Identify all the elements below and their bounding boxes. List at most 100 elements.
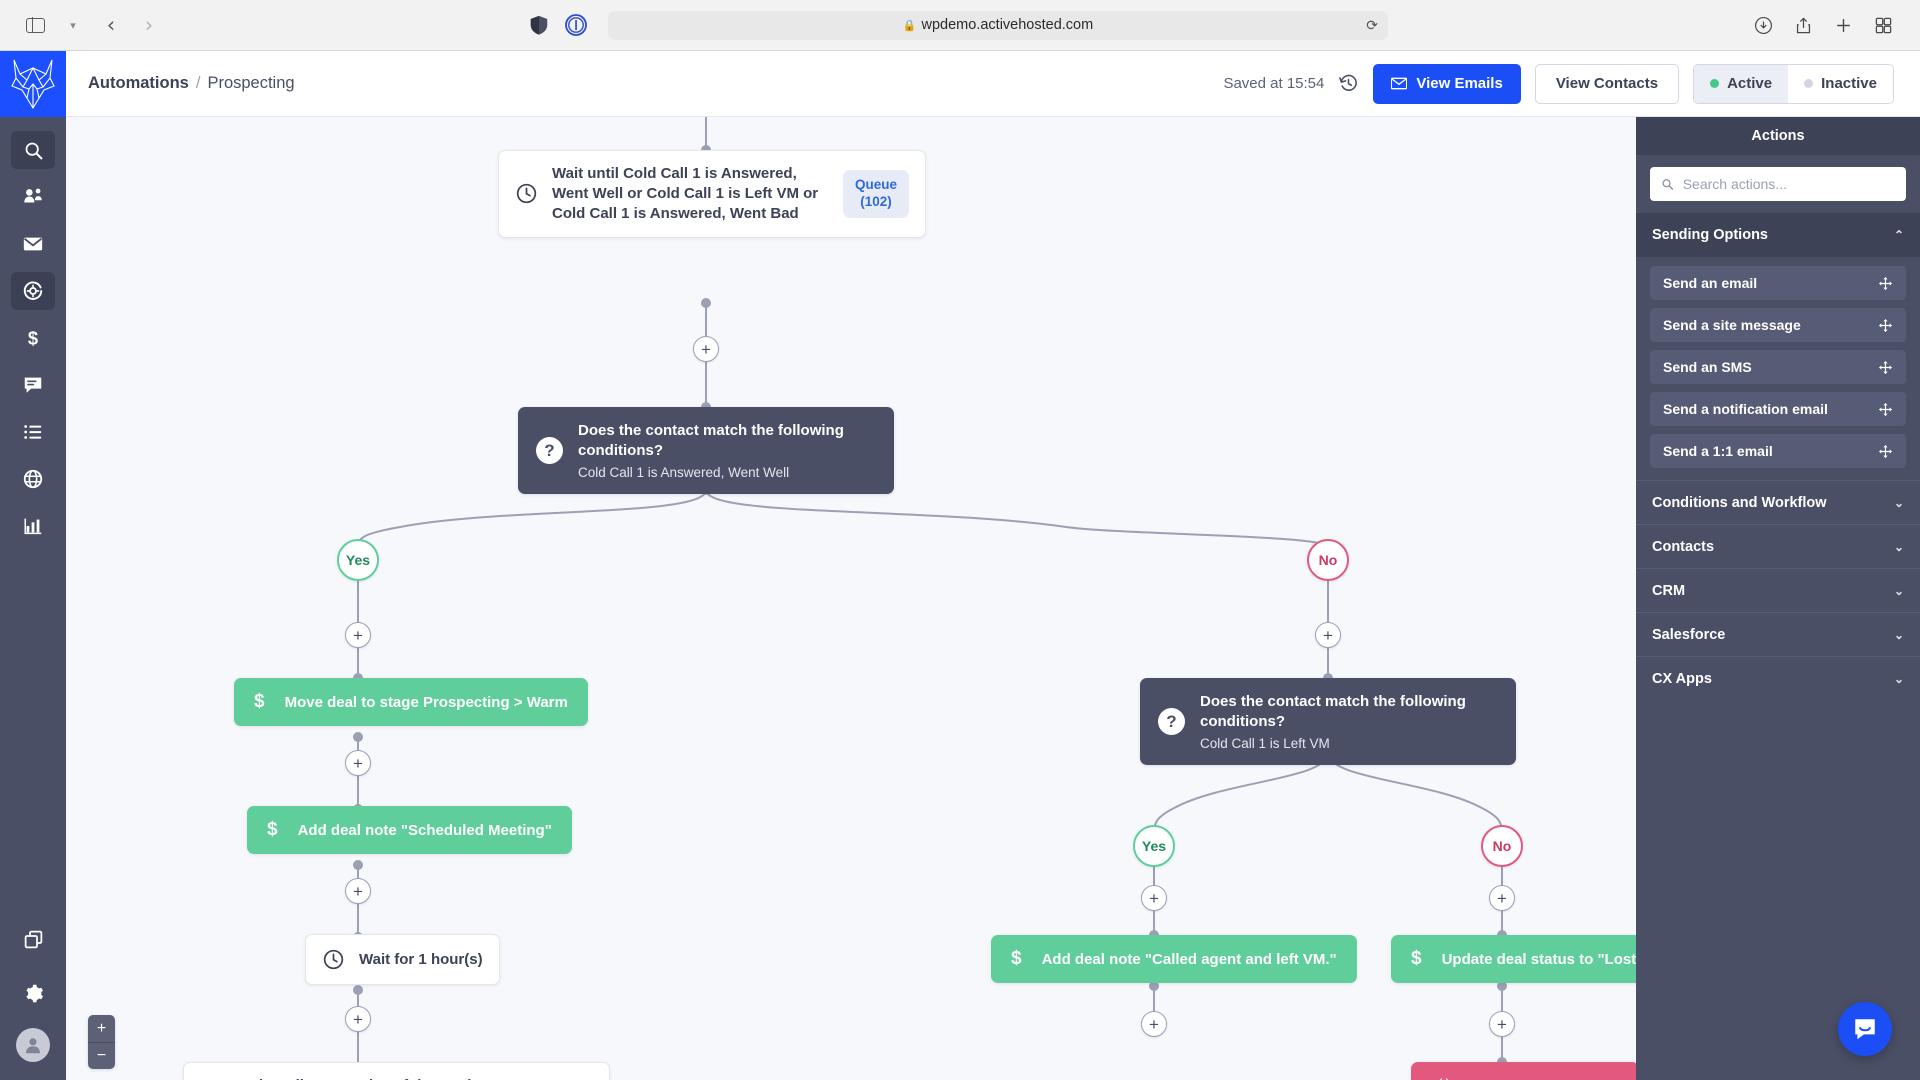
forward-button[interactable]: › [132,10,166,40]
sidebar-item-website[interactable] [11,460,55,498]
sidebar-item-conversations[interactable] [11,366,55,404]
node-wait-1-hour[interactable]: Wait for 1 hour(s) [305,934,500,985]
rail-bottom-items [0,920,66,1062]
active-dot-icon [1710,79,1720,88]
avatar[interactable] [16,1028,50,1062]
drag-handle-icon[interactable] [1878,318,1893,333]
zoom-out-button[interactable]: − [88,1042,115,1069]
node-move-deal-stage[interactable]: $ Move deal to stage Prospecting > Warm [234,678,588,726]
chevron-down-icon: ⌄ [1893,627,1904,642]
sidebar-item-lists[interactable] [11,413,55,451]
actions-panel-title: Actions [1636,117,1920,155]
sidebar-item-contacts[interactable] [11,178,55,216]
group-label: Contacts [1652,538,1715,555]
add-step-button-2[interactable]: + [345,750,371,776]
address-bar[interactable]: 🔒 wpdemo.activehosted.com ⟳ [608,10,1388,40]
node-update-deal-status-lost[interactable]: $ Update deal status to "Lost" [1391,935,1636,983]
branch-label-no-1[interactable]: No [1307,539,1349,581]
share-button[interactable] [1790,12,1816,38]
drag-handle-icon[interactable] [1878,360,1893,375]
back-button[interactable]: ‹ [94,10,128,40]
lists-icon [24,425,42,439]
branch-label-yes-2[interactable]: Yes [1133,825,1175,867]
conversations-icon [24,377,42,393]
reload-icon[interactable]: ⟳ [1366,17,1378,34]
node-label: Update deal status to "Lost" [1441,950,1636,968]
plus-icon: + [353,625,363,645]
panel-group-cx-apps[interactable]: CX Apps ⌄ [1636,656,1920,700]
sidebar-item-reports[interactable] [11,507,55,545]
zoom-in-button[interactable]: + [88,1015,115,1042]
panel-group-sending-options[interactable]: Sending Options ⌃ [1636,213,1920,257]
shield-icon[interactable] [528,14,550,36]
tab-grid-icon [1875,17,1891,33]
branch-label-no-2[interactable]: No [1481,825,1523,867]
sidebar-item-settings[interactable] [11,974,55,1012]
breadcrumb-automations[interactable]: Automations [88,74,189,93]
add-step-button-4[interactable]: + [345,1006,371,1032]
sidebar-item-automations[interactable] [11,272,55,310]
action-send-an-sms[interactable]: Send an SMS [1650,350,1906,384]
branch-no-label: No [1492,838,1512,854]
canvas-zoom-controls: + − [88,1015,115,1069]
add-step-button-no-1[interactable]: + [1315,622,1341,648]
status-inactive-option[interactable]: Inactive [1788,64,1893,103]
branch-label-yes-1[interactable]: Yes [337,539,379,581]
sidebar-item-apps[interactable] [11,920,55,958]
chat-launcher-button[interactable] [1838,1002,1892,1056]
envelope-icon [1391,77,1408,90]
add-step-button-yes-2[interactable]: + [1141,885,1167,911]
dollar-icon: $ [267,819,278,840]
node-add-deal-note-vm[interactable]: $ Add deal note "Called agent and left V… [991,935,1357,983]
plus-icon: + [701,339,711,359]
email-icon [23,237,43,251]
node-wait-until-weekday[interactable]: Wait until current day of the week (Amer… [183,1062,610,1080]
chevron-down-icon: ⌄ [1893,583,1904,598]
node-end-automation[interactable]: End this automation [1411,1062,1636,1080]
add-step-button-3[interactable]: + [345,878,371,904]
add-step-button-no-2[interactable]: + [1489,885,1515,911]
sidebar-item-search[interactable] [11,131,55,169]
search-actions-input[interactable] [1682,176,1895,192]
node-condition-2[interactable]: ? Does the contact match the following c… [1140,678,1516,765]
sidebar-item-deals[interactable]: $ [11,319,55,357]
queue-badge[interactable]: Queue (102) [842,170,909,218]
panel-group-conditions-and-workflow[interactable]: Conditions and Workflow ⌄ [1636,480,1920,524]
add-step-button-6[interactable]: + [1489,1011,1515,1037]
add-step-button-5[interactable]: + [1141,1011,1167,1037]
download-button[interactable] [1750,12,1776,38]
tab-overview-button[interactable] [1870,12,1896,38]
drag-handle-icon[interactable] [1878,276,1893,291]
drag-handle-icon[interactable] [1878,402,1893,417]
status-active-option[interactable]: Active [1694,64,1789,103]
node-wait-cold-call[interactable]: Wait until Cold Call 1 is Answered, Went… [498,150,926,238]
reader-mode-icon[interactable] [564,13,588,37]
panel-group-sending-options-items: Send an email Send a site message Send a… [1636,257,1920,480]
add-step-button-yes-1[interactable]: + [345,622,371,648]
node-condition-1[interactable]: ? Does the contact match the following c… [518,407,894,494]
automation-canvas[interactable]: Wait until Cold Call 1 is Answered, Went… [66,117,1636,1080]
panel-group-contacts[interactable]: Contacts ⌄ [1636,524,1920,568]
new-tab-button[interactable] [1830,12,1856,38]
sidebar-dropdown-button[interactable]: ▾ [56,10,90,40]
action-send-a-site-message[interactable]: Send a site message [1650,308,1906,342]
node-add-deal-note-meeting[interactable]: $ Add deal note "Scheduled Meeting" [247,806,572,854]
sidebar-item-campaigns[interactable] [11,225,55,263]
action-send-an-email[interactable]: Send an email [1650,266,1906,300]
search-actions-box[interactable] [1650,167,1906,201]
sidebar-toggle-button[interactable] [18,10,52,40]
website-globe-icon [23,469,43,489]
view-emails-button[interactable]: View Emails [1373,63,1521,104]
action-send-a-notification-email[interactable]: Send a notification email [1650,392,1906,426]
page-header: Automations / Prospecting Saved at 15:54… [66,51,1920,117]
node-label: Move deal to stage Prospecting > Warm [284,693,568,711]
drag-handle-icon[interactable] [1878,444,1893,459]
queue-label: Queue [854,177,897,193]
panel-group-salesforce[interactable]: Salesforce ⌄ [1636,612,1920,656]
action-send-a-1-1-email[interactable]: Send a 1:1 email [1650,434,1906,468]
add-step-button-1[interactable]: + [693,336,719,362]
brand-logo[interactable] [0,51,66,117]
history-button[interactable] [1338,73,1359,94]
panel-group-crm[interactable]: CRM ⌄ [1636,568,1920,612]
view-contacts-button[interactable]: View Contacts [1534,63,1680,104]
